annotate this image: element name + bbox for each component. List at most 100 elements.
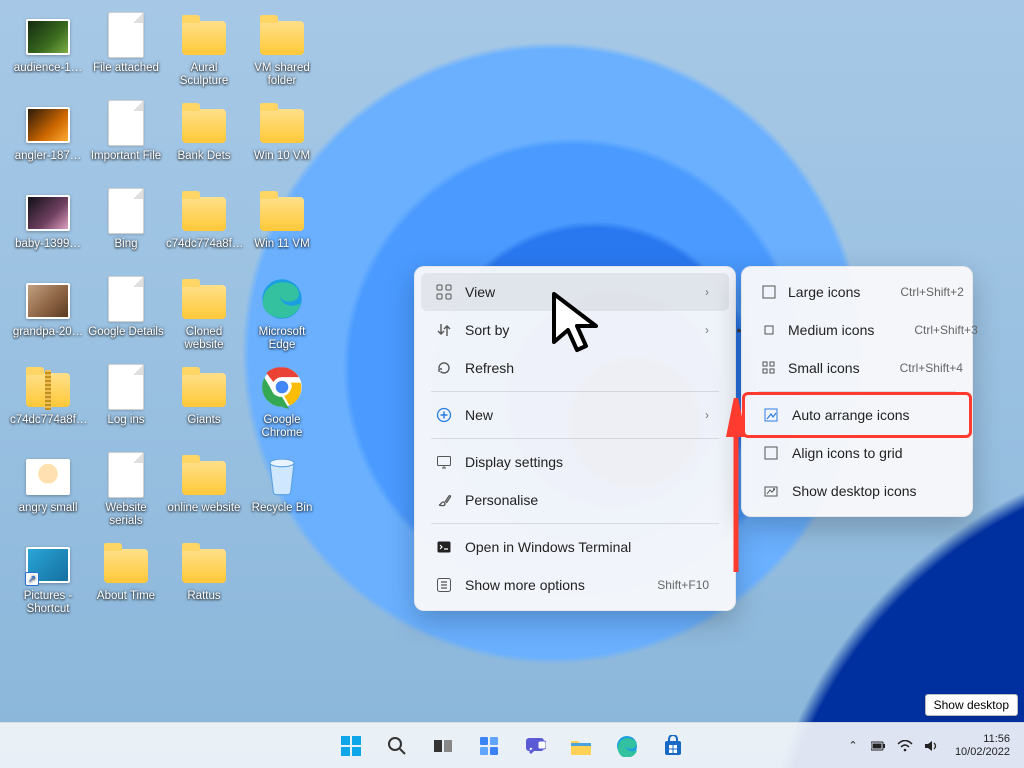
more-icon <box>435 576 453 594</box>
taskbar-clock[interactable]: 11:56 10/02/2022 <box>949 733 1016 759</box>
system-tray[interactable]: ⌃ 11:56 10/02/2022 <box>845 723 1016 768</box>
desktop-icon[interactable]: c74dc774a8f… <box>10 364 86 427</box>
taskbar[interactable]: ⌃ 11:56 10/02/2022 <box>0 722 1024 768</box>
desktop-icon[interactable]: grandpa-20… <box>10 276 86 339</box>
menu-item-label: Show more options <box>465 577 617 593</box>
desktop-icon[interactable]: Recycle Bin <box>244 452 320 515</box>
clock-date: 10/02/2022 <box>955 746 1010 759</box>
menu-item-view[interactable]: View› <box>421 273 729 311</box>
desktop-icon[interactable]: VM shared folder <box>244 12 320 88</box>
icon-label: Google Chrome <box>244 414 320 440</box>
desktop-icon[interactable]: online website <box>166 452 242 515</box>
menu-item-label: Refresh <box>465 360 709 376</box>
menu-item-show-more-options[interactable]: Show more options Shift+F10 <box>421 566 729 604</box>
desktop-icon[interactable]: audience-1… <box>10 12 86 75</box>
submenu-chevron-icon: › <box>705 323 709 337</box>
align-icon <box>762 444 780 462</box>
icon-label: angler-187… <box>10 150 86 163</box>
menu-item-label: View <box>465 284 693 300</box>
icon-label: Microsoft Edge <box>244 326 320 352</box>
menu-item-label: Personalise <box>465 492 709 508</box>
icon-label: File attached <box>88 62 164 75</box>
taskbar-store-button[interactable] <box>653 726 693 766</box>
taskbar-chat-button[interactable] <box>515 726 555 766</box>
desktop-icon[interactable]: Bank Dets <box>166 100 242 163</box>
menu-item-auto-arrange-icons[interactable]: Auto arrange icons <box>748 396 966 434</box>
icon-label: Win 10 VM <box>244 150 320 163</box>
lg-icon <box>762 283 776 301</box>
desktop-icon[interactable]: angry small <box>10 452 86 515</box>
desktop-icon[interactable]: Important File <box>88 100 164 163</box>
menu-item-label: Align icons to grid <box>792 445 946 461</box>
icon-label: About Time <box>88 590 164 603</box>
menu-item-medium-icons[interactable]: •Medium iconsCtrl+Shift+3 <box>748 311 966 349</box>
wifi-icon[interactable] <box>897 738 913 754</box>
menu-separator <box>431 523 719 524</box>
taskbar-taskview-button[interactable] <box>423 726 463 766</box>
menu-item-sort-by[interactable]: Sort by › <box>421 311 729 349</box>
icon-label: angry small <box>10 502 86 515</box>
desktop-icon[interactable]: About Time <box>88 540 164 603</box>
desktop-icon[interactable]: Win 11 VM <box>244 188 320 251</box>
desktop-icon[interactable]: Win 10 VM <box>244 100 320 163</box>
desktop[interactable]: audience-1… angler-187… baby-1399… grandpa-… <box>0 0 1024 768</box>
menu-item-open-in-windows-terminal[interactable]: Open in Windows Terminal <box>421 528 729 566</box>
sm-icon <box>762 359 776 377</box>
menu-item-new[interactable]: New› <box>421 396 729 434</box>
menu-item-align-icons-to-grid[interactable]: Align icons to grid <box>748 434 966 472</box>
desktop-icon[interactable]: Google Chrome <box>244 364 320 440</box>
menu-item-display-settings[interactable]: Display settings <box>421 443 729 481</box>
clock-time: 11:56 <box>983 733 1010 746</box>
grid4-icon <box>435 283 453 301</box>
show-icon <box>762 482 780 500</box>
icon-label: VM shared folder <box>244 62 320 88</box>
desktop-icon[interactable]: c74dc774a8f… <box>166 188 242 251</box>
battery-icon[interactable] <box>871 738 887 754</box>
desktop-icon[interactable]: baby-1399… <box>10 188 86 251</box>
desktop-icon[interactable]: Rattus <box>166 540 242 603</box>
menu-item-label: Auto arrange icons <box>792 407 946 423</box>
desktop-icon[interactable]: Website serials <box>88 452 164 528</box>
desktop-icon[interactable]: Google Details <box>88 276 164 339</box>
menu-item-label: Show desktop icons <box>792 483 946 499</box>
icon-label: c74dc774a8f… <box>166 238 242 251</box>
menu-item-personalise[interactable]: Personalise <box>421 481 729 519</box>
desktop-icon[interactable]: Microsoft Edge <box>244 276 320 352</box>
desktop-icon[interactable]: Bing <box>88 188 164 251</box>
taskbar-explorer-button[interactable] <box>561 726 601 766</box>
menu-item-refresh[interactable]: Refresh <box>421 349 729 387</box>
taskbar-search-button[interactable] <box>377 726 417 766</box>
display-icon <box>435 453 453 471</box>
menu-item-show-desktop-icons[interactable]: Show desktop icons <box>748 472 966 510</box>
icon-label: Important File <box>88 150 164 163</box>
menu-item-shortcut: Shift+F10 <box>657 578 709 592</box>
desktop-icon[interactable]: Giants <box>166 364 242 427</box>
icon-label: Bing <box>88 238 164 251</box>
md-icon <box>762 321 776 339</box>
menu-item-label: New <box>465 407 693 423</box>
icon-label: Win 11 VM <box>244 238 320 251</box>
taskbar-edge-button[interactable] <box>607 726 647 766</box>
desktop-context-menu[interactable]: View› Sort by › Refresh New› Display settings… <box>414 266 736 611</box>
taskbar-center <box>331 726 693 766</box>
desktop-icon[interactable]: File attached <box>88 12 164 75</box>
tray-overflow-icon[interactable]: ⌃ <box>845 738 861 754</box>
desktop-icon[interactable]: Log ins <box>88 364 164 427</box>
menu-item-shortcut: Ctrl+Shift+2 <box>900 285 963 299</box>
icon-label: grandpa-20… <box>10 326 86 339</box>
sound-icon[interactable] <box>923 738 939 754</box>
menu-item-label: Large icons <box>788 284 860 300</box>
desktop-icon[interactable]: Cloned website <box>166 276 242 352</box>
menu-item-small-icons[interactable]: Small iconsCtrl+Shift+4 <box>748 349 966 387</box>
menu-item-label: Sort by <box>465 322 693 338</box>
terminal-icon <box>435 538 453 556</box>
taskbar-widgets-button[interactable] <box>469 726 509 766</box>
taskbar-start-button[interactable] <box>331 726 371 766</box>
desktop-icon[interactable]: ↗Pictures - Shortcut <box>10 540 86 616</box>
icon-label: Website serials <box>88 502 164 528</box>
desktop-icon[interactable]: angler-187… <box>10 100 86 163</box>
view-submenu[interactable]: Large icons Ctrl+Shift+2 •Medium iconsCtrl… <box>741 266 973 517</box>
desktop-icon[interactable]: Aural Sculpture <box>166 12 242 88</box>
auto-icon <box>762 406 780 424</box>
menu-item-large-icons[interactable]: Large icons Ctrl+Shift+2 <box>748 273 966 311</box>
